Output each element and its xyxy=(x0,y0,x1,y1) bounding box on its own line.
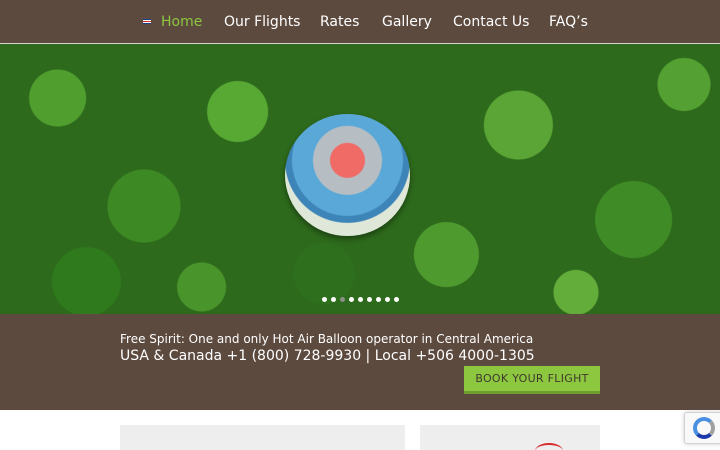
content-card-left xyxy=(120,425,405,450)
logo-swoosh-icon xyxy=(535,443,563,450)
slider-dot-active[interactable] xyxy=(340,297,345,302)
slider-dot[interactable] xyxy=(358,297,363,302)
nav-item-contact-us[interactable]: Contact Us xyxy=(453,13,529,31)
phone-numbers: USA & Canada +1 (800) 728-9930 | Local +… xyxy=(120,348,535,364)
nav-item-home[interactable]: Home xyxy=(161,13,202,31)
recaptcha-badge[interactable] xyxy=(684,412,720,444)
slider-dot[interactable] xyxy=(367,297,372,302)
nav-item-rates[interactable]: Rates xyxy=(320,13,359,31)
hero-slider[interactable] xyxy=(0,44,720,314)
hot-air-balloon-image xyxy=(285,114,410,236)
tagline: Free Spirit: One and only Hot Air Balloo… xyxy=(120,332,534,346)
nav-item-our-flights[interactable]: Our Flights xyxy=(224,13,300,31)
content-card-right xyxy=(420,425,600,450)
slider-dot[interactable] xyxy=(349,297,354,302)
top-navigation: Home Our Flights Rates Gallery Contact U… xyxy=(0,0,720,44)
slider-dot[interactable] xyxy=(394,297,399,302)
info-band: Free Spirit: One and only Hot Air Balloo… xyxy=(0,314,720,410)
slider-dot[interactable] xyxy=(322,297,327,302)
nav-item-faqs[interactable]: FAQ’s xyxy=(549,13,588,31)
slider-dot[interactable] xyxy=(331,297,336,302)
costa-rica-flag-icon[interactable] xyxy=(143,19,151,24)
slider-dot[interactable] xyxy=(385,297,390,302)
book-flight-button[interactable]: BOOK YOUR FLIGHT xyxy=(464,366,600,394)
slider-dot[interactable] xyxy=(376,297,381,302)
recaptcha-icon xyxy=(693,417,715,439)
nav-item-gallery[interactable]: Gallery xyxy=(382,13,432,31)
